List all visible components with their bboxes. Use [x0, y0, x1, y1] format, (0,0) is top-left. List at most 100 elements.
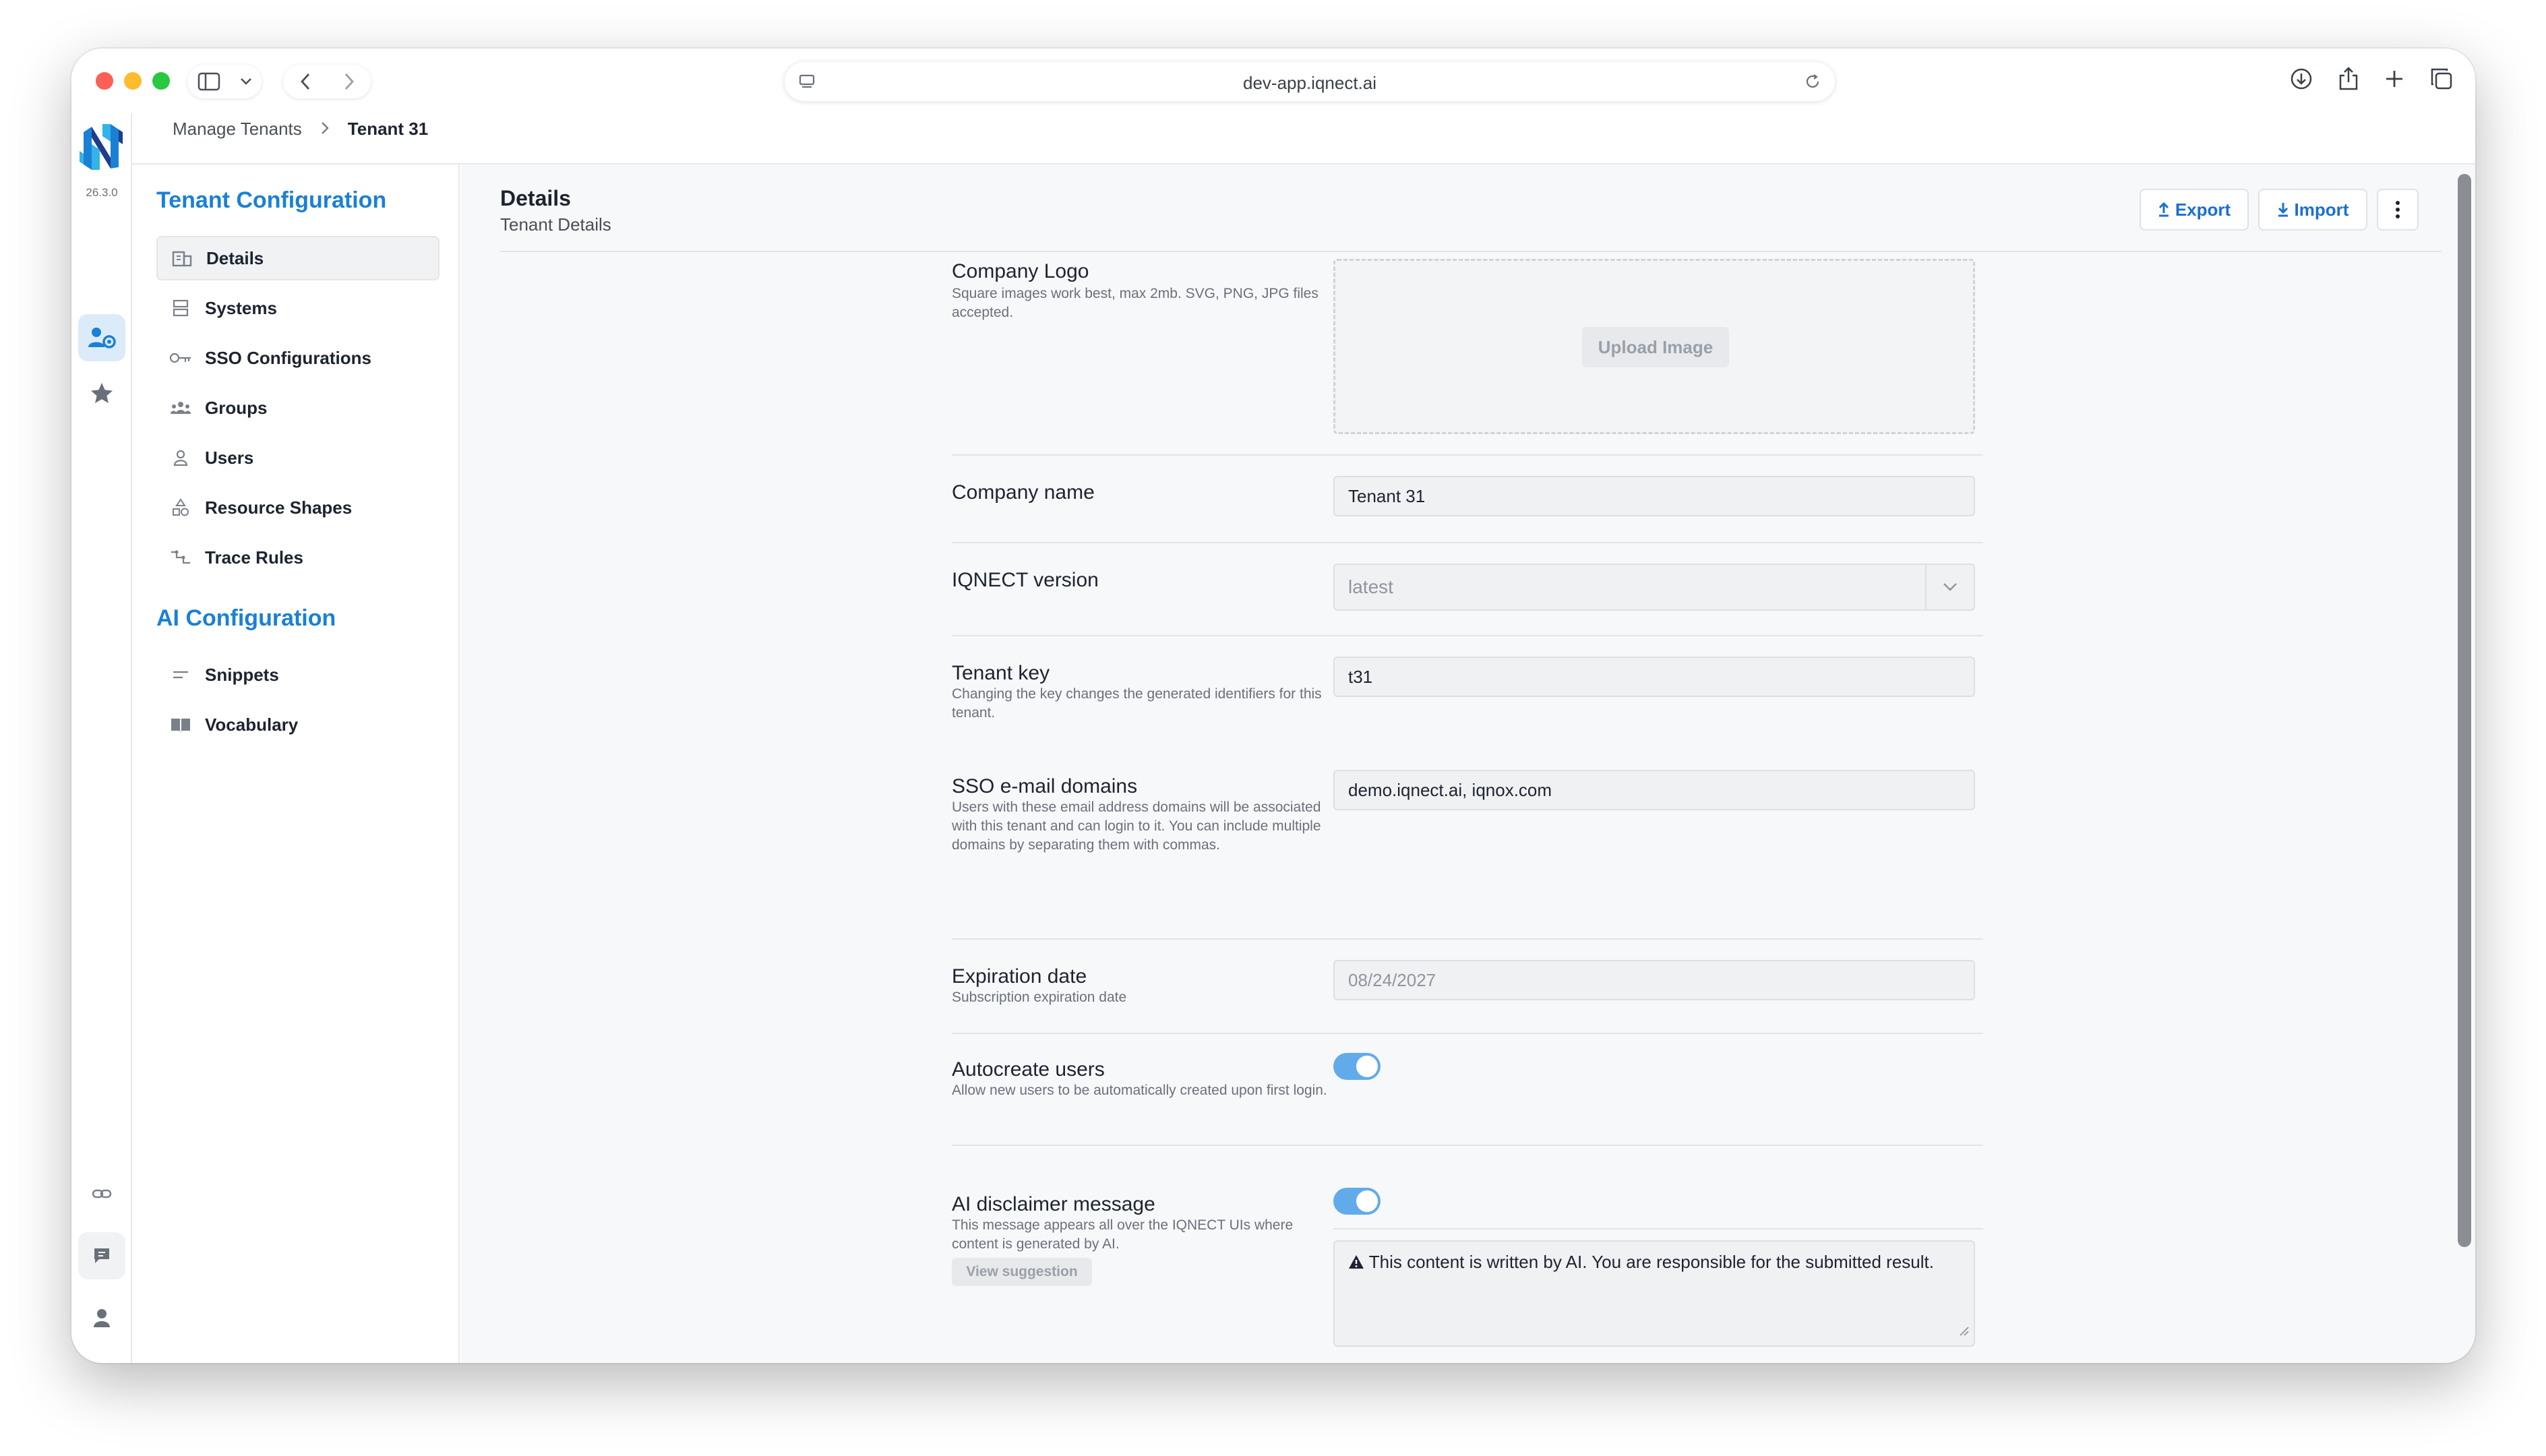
sidebar-item-label: Details [206, 247, 264, 268]
import-button[interactable]: Import [2258, 189, 2367, 231]
sidebar-item-label: Groups [205, 397, 268, 418]
autocreate-label: Autocreate users [952, 1058, 1105, 1081]
expiration-help: Subscription expiration date [952, 990, 1127, 1005]
url-text: dev-app.iqnect.ai [1242, 73, 1377, 93]
company-name-input[interactable]: Tenant 31 [1333, 476, 1975, 516]
browser-toolbar: dev-app.iqnect.ai [71, 49, 2475, 113]
row-divider [952, 635, 1983, 636]
ai-disclaimer-toggle[interactable] [1333, 1188, 1381, 1215]
sidebar-item-sso-configurations[interactable]: SSO Configurations [156, 336, 440, 380]
chevron-down-icon[interactable] [240, 78, 252, 86]
view-suggestion-button[interactable]: View suggestion [952, 1258, 1092, 1286]
link-icon [92, 1189, 112, 1199]
expiration-date-input[interactable]: 08/24/2027 [1333, 960, 1975, 1000]
back-icon[interactable] [300, 73, 311, 90]
ai-disclaimer-label: AI disclaimer message [952, 1193, 1155, 1215]
share-icon[interactable] [2338, 66, 2359, 92]
sidebar-item-systems[interactable]: Systems [156, 286, 440, 330]
sidebar-item-label: Users [205, 447, 254, 468]
breadcrumb: Manage Tenants Tenant 31 [173, 119, 428, 140]
sidebar-item-resource-shapes[interactable]: Resource Shapes [156, 485, 440, 530]
history-nav-group [283, 65, 371, 98]
upload-icon [2158, 202, 2169, 217]
rail-profile-button[interactable] [78, 1294, 125, 1341]
more-options-button[interactable] [2377, 189, 2419, 231]
breadcrumb-current: Tenant 31 [347, 119, 429, 139]
version-select-value: latest [1348, 576, 1393, 597]
downloads-icon[interactable] [2289, 66, 2313, 92]
row-divider [952, 454, 1983, 456]
row-divider [952, 542, 1983, 543]
expiration-label: Expiration date [952, 965, 1087, 988]
sidebar-item-label: Systems [205, 297, 277, 318]
sidebar-item-label: Snippets [205, 664, 279, 685]
resize-handle-icon[interactable] [1959, 1320, 1970, 1341]
main-content: Details Tenant Details Export Import Com… [461, 164, 2475, 1363]
user-icon [156, 449, 205, 466]
address-bar[interactable]: dev-app.iqnect.ai [785, 62, 1835, 101]
new-tab-icon[interactable] [2384, 66, 2405, 92]
logo-dropzone[interactable]: Upload Image [1333, 259, 1975, 434]
sidebar-item-vocabulary[interactable]: Vocabulary [156, 702, 440, 747]
browser-actions [2289, 66, 2454, 92]
export-label: Export [2175, 199, 2231, 220]
sso-domains-help: Users with these email address domains w… [952, 799, 1321, 853]
tenant-config-heading: Tenant Configuration [156, 187, 387, 213]
row-divider [952, 1033, 1983, 1034]
company-name-label: Company name [952, 481, 1095, 504]
upload-image-button[interactable]: Upload Image [1582, 327, 1729, 367]
rail-feedback-button[interactable] [78, 1232, 125, 1279]
sso-domains-input[interactable]: demo.iqnect.ai, iqnox.com [1333, 770, 1975, 810]
chat-icon [94, 1248, 109, 1263]
ai-config-heading: AI Configuration [156, 605, 336, 631]
user-icon [94, 1309, 110, 1327]
warning-icon [1348, 1252, 1369, 1272]
tab-overview-icon[interactable] [2429, 66, 2454, 92]
sidebar-icon[interactable] [198, 72, 220, 91]
sidebar-item-snippets[interactable]: Snippets [156, 653, 440, 697]
ai-disclaimer-help: This message appears all over the IQNECT… [952, 1217, 1294, 1252]
rail-link-button[interactable] [78, 1170, 125, 1217]
tenant-key-label: Tenant key [952, 662, 1050, 684]
maximize-window-button[interactable] [152, 72, 170, 90]
users-gear-icon [88, 328, 116, 348]
browser-window: dev-app.iqnect.ai 26.3.0 Manage Tenants … [71, 49, 2475, 1363]
chevron-down-icon[interactable] [1925, 565, 1974, 609]
group-icon [156, 400, 205, 415]
key-icon [156, 351, 205, 365]
row-divider [952, 1145, 1983, 1146]
rail-manage-users-button[interactable] [78, 314, 125, 361]
more-vertical-icon [2396, 201, 2400, 218]
lines-icon [156, 670, 205, 679]
star-icon [91, 383, 113, 403]
company-logo-label: Company Logo [952, 260, 1089, 282]
tenant-key-input[interactable]: t31 [1333, 657, 1975, 697]
row-divider [1333, 1228, 1983, 1230]
sso-domains-label: SSO e-mail domains [952, 775, 1138, 797]
autocreate-toggle[interactable] [1333, 1053, 1381, 1080]
server-icon [156, 299, 205, 317]
book-icon [156, 717, 205, 733]
autocreate-help: Allow new users to be automatically crea… [952, 1083, 1327, 1098]
rail-favorites-button[interactable] [78, 369, 125, 417]
version-select[interactable]: latest [1333, 564, 1975, 611]
sidebar-item-trace-rules[interactable]: Trace Rules [156, 535, 440, 580]
chevron-right-icon [321, 119, 329, 140]
sidebar-item-label: Vocabulary [205, 714, 299, 735]
vertical-scrollbar[interactable] [2458, 174, 2471, 1247]
reload-icon[interactable] [1804, 73, 1821, 94]
icon-rail: 26.3.0 [71, 113, 132, 1363]
minimize-window-button[interactable] [124, 72, 142, 90]
sidebar-item-groups[interactable]: Groups [156, 386, 440, 430]
sidebar-item-details[interactable]: Details [156, 236, 440, 280]
close-window-button[interactable] [96, 72, 113, 90]
app-version: 26.3.0 [86, 186, 118, 199]
ai-disclaimer-textarea[interactable]: This content is written by AI. You are r… [1333, 1240, 1975, 1347]
sidebar-item-users[interactable]: Users [156, 435, 440, 480]
app-logo[interactable] [78, 117, 125, 178]
sidebar-toggle-group[interactable] [187, 65, 262, 98]
breadcrumb-manage-tenants[interactable]: Manage Tenants [173, 119, 302, 140]
export-button[interactable]: Export [2140, 189, 2249, 231]
page-subtitle: Tenant Details [500, 214, 611, 235]
forward-icon[interactable] [344, 73, 355, 90]
